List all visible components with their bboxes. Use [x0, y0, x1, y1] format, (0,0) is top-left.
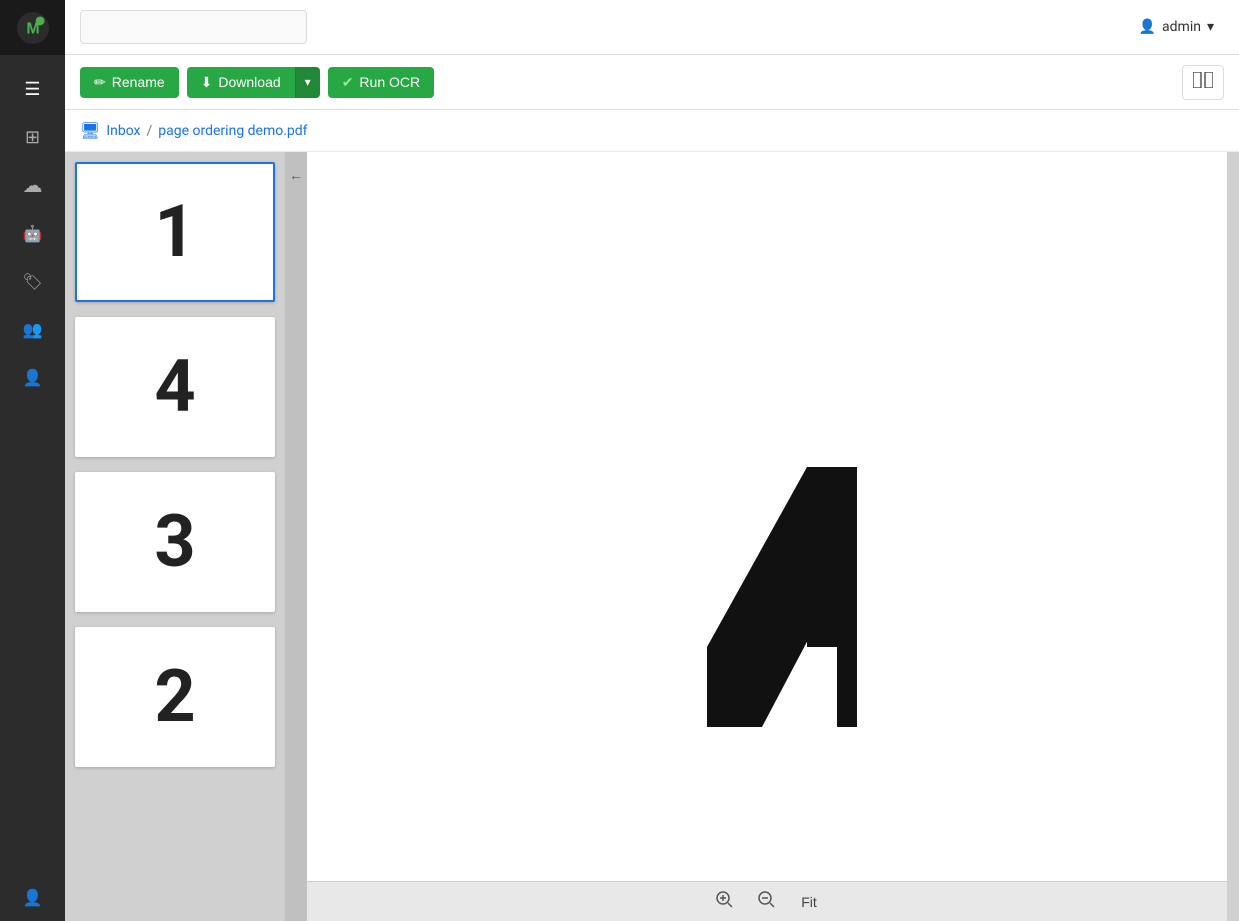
sidebar-item-tags[interactable]: 🏷: [0, 257, 65, 305]
ocr-label: Run OCR: [359, 74, 420, 90]
thumbnail-item[interactable]: 4: [75, 317, 275, 457]
download-caret-button[interactable]: ▾: [295, 67, 320, 98]
breadcrumb-inbox-label: Inbox: [106, 123, 140, 139]
toolbar: ✏ Rename ⬇ Download ▾ ✔ Run OCR: [65, 55, 1239, 110]
tag-icon: 🏷: [22, 272, 42, 291]
cloud-icon: ☁: [23, 173, 43, 197]
content-area: 1 4 3 2 ←: [65, 152, 1239, 921]
zoom-in-button[interactable]: [707, 886, 741, 917]
sidebar-item-groups[interactable]: 👥: [0, 305, 65, 353]
download-label: Download: [218, 74, 280, 90]
collapse-handle[interactable]: ←: [285, 152, 307, 921]
sidebar-nav: ☰ ⊞ ☁ 🤖 🏷 👥 👤 👤: [0, 55, 65, 921]
logo-icon: M: [17, 12, 49, 44]
download-icon: ⬇: [201, 74, 213, 91]
thumbnail-number: 3: [154, 506, 195, 578]
inbox-icon: 🖥: [80, 121, 100, 140]
thumbnail-item[interactable]: 2: [75, 627, 275, 767]
sidebar-item-hamburger[interactable]: ☰: [0, 65, 65, 113]
thumbnail-number: 4: [154, 351, 195, 423]
rename-label: Rename: [112, 74, 165, 90]
sidebar-item-user[interactable]: 👤: [0, 873, 65, 921]
fit-label: Fit: [801, 894, 817, 910]
rename-icon: ✏: [94, 74, 106, 91]
check-circle-icon: ✔: [342, 74, 354, 91]
user-menu[interactable]: 👤 admin ▾: [1129, 14, 1224, 40]
thumbnail-number: 2: [154, 661, 195, 733]
caret-down-icon: ▾: [305, 75, 311, 89]
collapse-arrow-icon: ←: [289, 167, 303, 184]
thumbnail-panel: 1 4 3 2: [65, 152, 285, 921]
contacts-icon: 👤: [23, 368, 43, 387]
groups-icon: 👥: [23, 320, 43, 339]
breadcrumb: 🖥 Inbox / page ordering demo.pdf: [65, 110, 1239, 152]
user-label: admin: [1162, 19, 1201, 35]
zoom-in-icon: [715, 895, 733, 912]
fit-button[interactable]: Fit: [791, 890, 827, 914]
thumbnail-item[interactable]: 3: [75, 472, 275, 612]
run-ocr-button[interactable]: ✔ Run OCR: [328, 67, 434, 98]
search-input[interactable]: [80, 10, 307, 44]
thumbnail-item[interactable]: 1: [75, 162, 275, 302]
search-wrapper: 🔍: [80, 10, 1119, 44]
robot-icon: 🤖: [23, 224, 43, 243]
right-scrollbar[interactable]: [1227, 152, 1239, 921]
download-main-button[interactable]: ⬇ Download: [187, 67, 295, 98]
sidebar: M ☰ ⊞ ☁ 🤖 🏷 👥 👤 👤: [0, 0, 65, 921]
download-button-group: ⬇ Download ▾: [187, 67, 320, 98]
breadcrumb-separator: /: [147, 123, 153, 139]
hamburger-icon: ☰: [24, 79, 40, 100]
zoom-out-icon: [757, 895, 775, 912]
user-icon: 👤: [23, 888, 43, 907]
rename-button[interactable]: ✏ Rename: [80, 67, 179, 98]
app-logo[interactable]: M: [0, 0, 65, 55]
breadcrumb-inbox-link[interactable]: Inbox: [106, 123, 140, 139]
sidebar-item-documents[interactable]: ☁: [0, 161, 65, 209]
user-avatar-icon: 👤: [1139, 19, 1156, 35]
main-area: 🔍 👤 admin ▾ ✏ Rename ⬇ Download ▾ ✔ Run …: [65, 0, 1239, 921]
sidebar-item-dashboard[interactable]: ⊞: [0, 113, 65, 161]
topbar: 🔍 👤 admin ▾: [65, 0, 1239, 55]
split-view-button[interactable]: [1182, 65, 1224, 100]
pdf-page: [307, 152, 1227, 881]
breadcrumb-file-link[interactable]: page ordering demo.pdf: [158, 123, 307, 139]
zoom-out-button[interactable]: [749, 886, 783, 917]
thumbnail-number: 1: [154, 196, 195, 268]
sidebar-item-automation[interactable]: 🤖: [0, 209, 65, 257]
pdf-viewer: Fit: [307, 152, 1227, 921]
dashboard-icon: ⊞: [25, 127, 40, 148]
user-dropdown-icon: ▾: [1207, 19, 1214, 35]
pdf-content-svg: [617, 267, 917, 767]
pdf-bottom-bar: Fit: [307, 881, 1227, 921]
split-view-icon: [1193, 75, 1213, 92]
sidebar-item-contacts[interactable]: 👤: [0, 353, 65, 401]
